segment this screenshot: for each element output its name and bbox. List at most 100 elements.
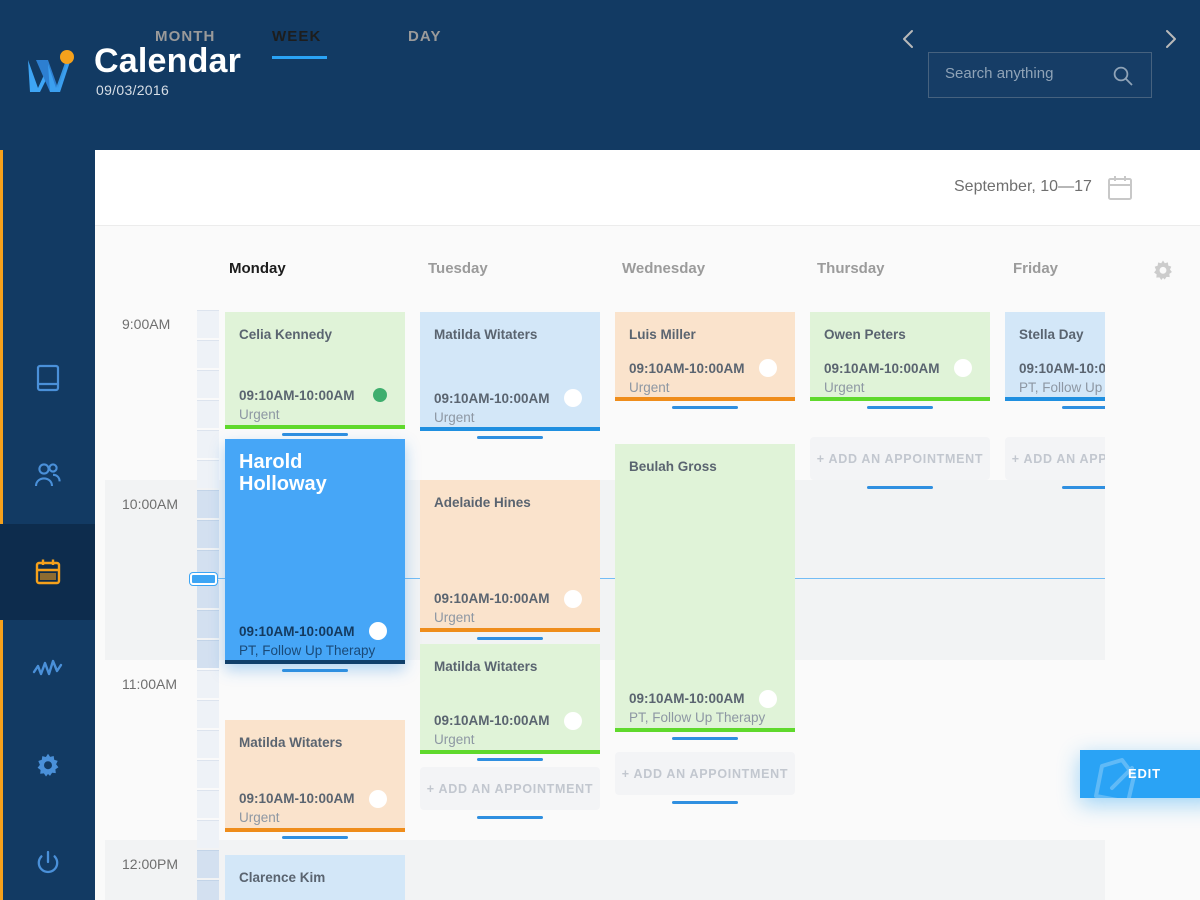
event-card[interactable]: Matilda Witaters 09:10AM-10:00AM Urgent <box>420 644 600 754</box>
event-resize-handle[interactable] <box>477 637 543 640</box>
event-resize-handle[interactable] <box>672 737 738 740</box>
edit-button-label: EDIT <box>1128 766 1161 781</box>
page-title: Calendar <box>94 42 242 80</box>
edit-button[interactable]: EDIT <box>1080 750 1200 798</box>
event-card[interactable]: Matilda Witaters 09:10AM-10:00AM Urgent <box>420 312 600 431</box>
event-accent-bar <box>225 660 405 664</box>
event-time: 09:10AM-10:00AM <box>1019 361 1105 376</box>
tick-mark <box>197 730 219 758</box>
event-card[interactable]: Clarence Kim <box>225 855 405 900</box>
tick-mark <box>197 430 219 458</box>
event-resize-handle[interactable] <box>672 406 738 409</box>
event-card[interactable]: Matilda Witaters 09:10AM-10:00AM Urgent <box>225 720 405 832</box>
event-time: 09:10AM-10:00AM <box>434 591 550 606</box>
search-input[interactable] <box>945 65 1095 82</box>
event-accent-bar <box>225 425 405 429</box>
event-accent-bar <box>1005 397 1105 401</box>
event-status-dot <box>369 790 387 808</box>
event-time: 09:10AM-10:00AM <box>629 691 745 706</box>
calendar-picker-icon[interactable] <box>1106 174 1134 207</box>
event-resize-handle[interactable] <box>867 486 933 489</box>
event-patient-name: Celia Kennedy <box>239 327 333 342</box>
tab-month[interactable]: MONTH <box>155 28 216 45</box>
tick-mark <box>197 400 219 428</box>
event-patient-name: Luis Miller <box>629 327 696 342</box>
event-time: 09:10AM-10:00AM <box>239 624 355 639</box>
event-card[interactable]: Luis Miller 09:10AM-10:00AM Urgent <box>615 312 795 401</box>
add-appointment-button[interactable]: + ADD AN APPOINTMENT <box>420 767 600 810</box>
add-appointment-button[interactable]: + ADD AN APPOINTMENT <box>810 437 990 480</box>
event-note: PT, Follow Up Therapy <box>239 643 376 658</box>
event-card-selected[interactable]: Harold Holloway 09:10AM-10:00AM PT, Foll… <box>225 439 405 664</box>
event-accent-bar <box>420 427 600 431</box>
event-note: Urgent <box>629 380 670 395</box>
event-accent-bar <box>810 397 990 401</box>
event-time: 09:10AM-10:00AM <box>629 361 745 376</box>
tick-mark <box>197 340 219 368</box>
event-card[interactable]: Owen Peters 09:10AM-10:00AM Urgent <box>810 312 990 401</box>
event-patient-name: Harold Holloway <box>239 451 327 495</box>
event-resize-handle[interactable] <box>477 758 543 761</box>
event-time: 09:10AM-10:00AM <box>434 713 550 728</box>
event-resize-handle[interactable] <box>282 433 348 436</box>
event-card[interactable]: Adelaide Hines 09:10AM-10:00AM Urgent <box>420 480 600 632</box>
event-note: Urgent <box>434 410 475 425</box>
next-week-button[interactable] <box>1157 24 1183 54</box>
event-note: Urgent <box>824 380 865 395</box>
calendar-settings-gear-icon[interactable] <box>1151 259 1175 288</box>
event-note: Urgent <box>239 810 280 825</box>
event-resize-handle[interactable] <box>672 801 738 804</box>
top-header: Calendar 09/03/2016 <box>0 0 1200 150</box>
add-appointment-button[interactable]: + ADD AN APPOINTMENT <box>1005 437 1105 480</box>
tick-mark <box>197 370 219 398</box>
event-patient-name: Beulah Gross <box>629 459 717 474</box>
event-resize-handle[interactable] <box>867 406 933 409</box>
event-card[interactable]: Beulah Gross 09:10AM-10:00AM PT, Follow … <box>615 444 795 732</box>
event-resize-handle[interactable] <box>282 669 348 672</box>
event-accent-bar <box>615 397 795 401</box>
calendar-app: Calendar 09/03/2016 Search anything MONT… <box>0 0 1200 900</box>
event-accent-bar <box>420 750 600 754</box>
event-resize-handle[interactable] <box>282 836 348 839</box>
event-note: PT, Follow Up Therapy <box>1019 380 1105 395</box>
tick-mark <box>197 310 219 338</box>
tab-active-underline <box>272 56 327 59</box>
time-label-9am: 9:00AM <box>122 316 171 332</box>
event-resize-handle[interactable] <box>477 436 543 439</box>
event-patient-name: Matilda Witaters <box>434 659 538 674</box>
event-accent-bar <box>420 628 600 632</box>
search-box[interactable] <box>928 52 1152 98</box>
header-date: 09/03/2016 <box>96 82 170 98</box>
tick-mark <box>197 700 219 728</box>
tick-mark-current <box>197 640 219 668</box>
event-card[interactable]: Celia Kennedy 09:10AM-10:00AM Urgent <box>225 312 405 429</box>
event-resize-handle[interactable] <box>1062 406 1105 409</box>
event-patient-name: Clarence Kim <box>239 870 326 885</box>
event-time: 09:10AM-10:00AM <box>434 391 550 406</box>
event-status-dot <box>564 712 582 730</box>
event-status-dot <box>954 359 972 377</box>
tick-mark <box>197 760 219 788</box>
time-label-11am: 11:00AM <box>122 676 177 692</box>
event-status-dot <box>564 590 582 608</box>
event-time: 09:10AM-10:00AM <box>824 361 940 376</box>
tick-mark-current <box>197 520 219 548</box>
event-patient-name: Adelaide Hines <box>434 495 531 510</box>
event-status-dot <box>759 690 777 708</box>
w-logo <box>26 48 76 94</box>
search-icon[interactable] <box>1111 64 1135 93</box>
time-label-10am: 10:00AM <box>122 496 179 512</box>
event-card[interactable]: Stella Day 09:10AM-10:00AM PT, Follow Up… <box>1005 312 1105 401</box>
tab-day[interactable]: DAY <box>408 28 442 45</box>
tick-mark <box>197 880 219 900</box>
tick-mark <box>197 790 219 818</box>
add-appointment-button[interactable]: + ADD AN APPOINTMENT <box>615 752 795 795</box>
event-patient-name: Matilda Witaters <box>434 327 538 342</box>
event-resize-handle[interactable] <box>477 816 543 819</box>
event-time: 09:10AM-10:00AM <box>239 388 355 403</box>
tab-week[interactable]: WEEK <box>272 28 321 45</box>
event-resize-handle[interactable] <box>1062 486 1105 489</box>
current-time-marker <box>190 573 217 585</box>
prev-week-button[interactable] <box>896 24 922 54</box>
tick-mark <box>197 670 219 698</box>
